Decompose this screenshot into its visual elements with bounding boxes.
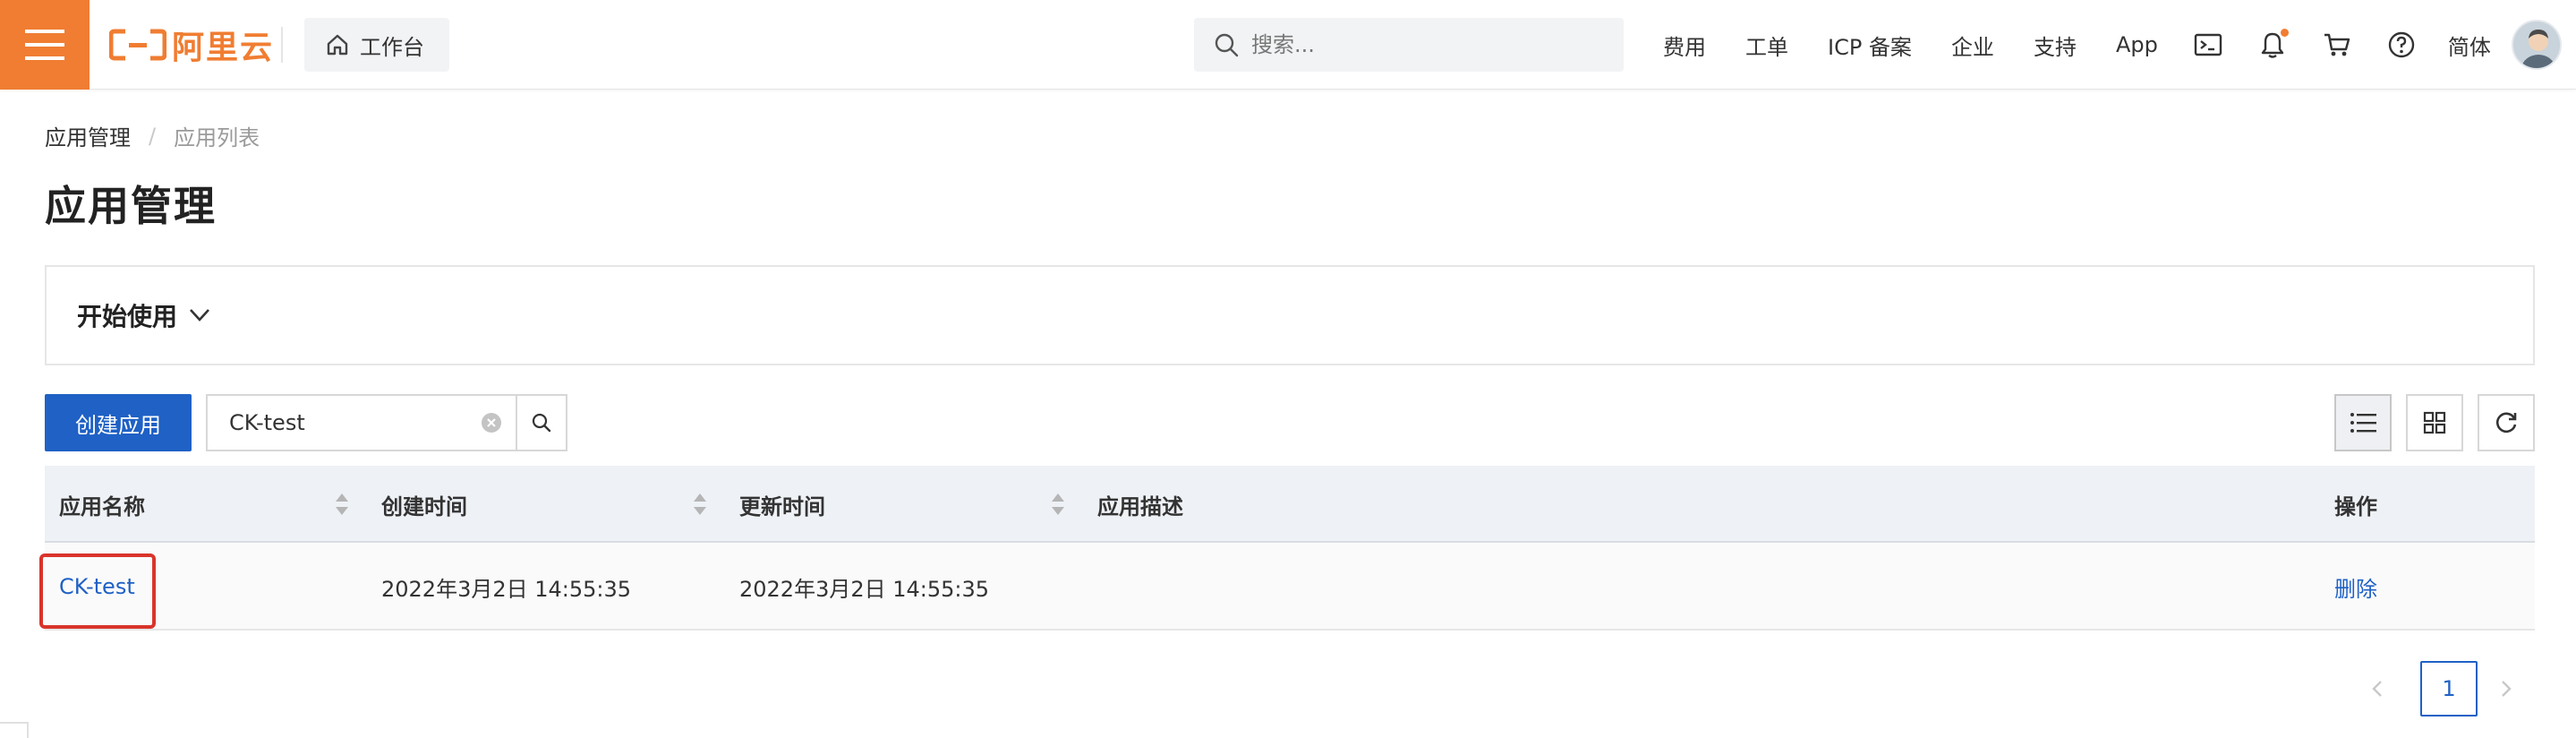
workbench-label: 工作台 [360,34,424,60]
nav-tickets[interactable]: 工单 [1745,30,1788,61]
refresh-icon [2496,412,2517,433]
global-search-input[interactable] [1251,32,1591,57]
corner-divider [0,722,29,738]
breadcrumb: 应用管理 / 应用列表 [45,120,260,151]
list-view-button[interactable] [2334,394,2392,451]
sort-icon[interactable] [1049,491,1067,518]
page-title: 应用管理 [45,182,217,230]
breadcrumb-current: 应用列表 [174,125,260,150]
chevron-left-icon [2372,681,2382,697]
cell-created: 2022年3月2日 14:55:35 [381,576,632,602]
delete-link[interactable]: 删除 [2334,571,2377,603]
nav-icp[interactable]: ICP 备案 [1828,30,1912,61]
language-switch[interactable]: 简体 [2448,30,2491,61]
top-nav: 费用 工单 ICP 备案 企业 支持 App 简体 [1663,0,2538,90]
cart-button[interactable] [2319,27,2355,63]
clear-filter-button[interactable] [467,396,516,450]
notifications-button[interactable] [2255,27,2290,63]
header-description: 应用描述 [1097,493,1183,519]
app-table: 应用名称 创建时间 更新时间 应用描述 操作 CK-test 2022年3月2日… [39,466,2535,631]
terminal-button[interactable] [2190,27,2226,63]
table-header: 应用名称 创建时间 更新时间 应用描述 操作 [45,466,2535,543]
global-search[interactable] [1194,18,1624,72]
search-icon [1215,33,1239,57]
hamburger-icon [25,30,64,60]
clear-icon [482,413,501,433]
sort-icon[interactable] [691,491,709,518]
breadcrumb-separator: / [149,123,157,149]
nav-app[interactable]: App [2116,32,2158,57]
header-actions: 操作 [2334,493,2377,519]
header-updated: 更新时间 [739,493,825,519]
user-avatar[interactable] [2512,20,2562,70]
getting-started-label: 开始使用 [77,302,178,331]
sort-icon[interactable] [333,491,351,518]
next-page-button[interactable] [2488,663,2524,715]
hamburger-menu-button[interactable] [0,0,90,90]
nav-enterprise[interactable]: 企业 [1951,30,1994,61]
app-name-link[interactable]: CK-test [59,574,135,599]
nav-fees[interactable]: 费用 [1663,30,1706,61]
page-1-button[interactable]: 1 [2420,661,2478,717]
terminal-icon [2194,33,2222,56]
grid-view-button[interactable] [2406,394,2463,451]
grid-icon [2423,411,2446,434]
notification-dot [2280,29,2289,37]
breadcrumb-parent[interactable]: 应用管理 [45,120,131,151]
help-icon [2388,31,2415,58]
prev-page-button[interactable] [2359,663,2395,715]
aliyun-logo-icon [109,29,166,61]
home-icon [327,34,348,56]
top-bar: 阿里云 工作台 费用 工单 ICP 备案 企业 支持 App [0,0,2576,90]
cart-icon [2324,33,2350,56]
chevron-right-icon [2502,681,2512,697]
create-app-button[interactable]: 创建应用 [45,394,192,451]
header-app-name: 应用名称 [59,493,145,519]
workbench-button[interactable]: 工作台 [304,18,449,72]
header-created: 创建时间 [381,493,467,519]
cell-updated: 2022年3月2日 14:55:35 [739,576,990,602]
filter-search-button[interactable] [516,396,566,450]
nav-support[interactable]: 支持 [2034,30,2077,61]
search-icon [532,413,551,433]
app-filter-input[interactable] [208,396,467,450]
table-row: CK-test 2022年3月2日 14:55:35 2022年3月2日 14:… [39,543,2535,631]
cell-actions: 删除 [2334,543,2377,631]
avatar-icon [2513,21,2560,68]
app-filter [206,394,567,451]
help-button[interactable] [2384,27,2419,63]
cell-app-name: CK-test [59,543,135,631]
logo-text: 阿里云 [172,30,275,66]
logo-divider [281,27,283,63]
getting-started-panel[interactable]: 开始使用 [45,265,2535,365]
chevron-down-icon [190,309,209,322]
aliyun-logo[interactable]: 阿里云 [109,23,274,66]
refresh-button[interactable] [2478,394,2535,451]
list-icon [2350,413,2376,433]
